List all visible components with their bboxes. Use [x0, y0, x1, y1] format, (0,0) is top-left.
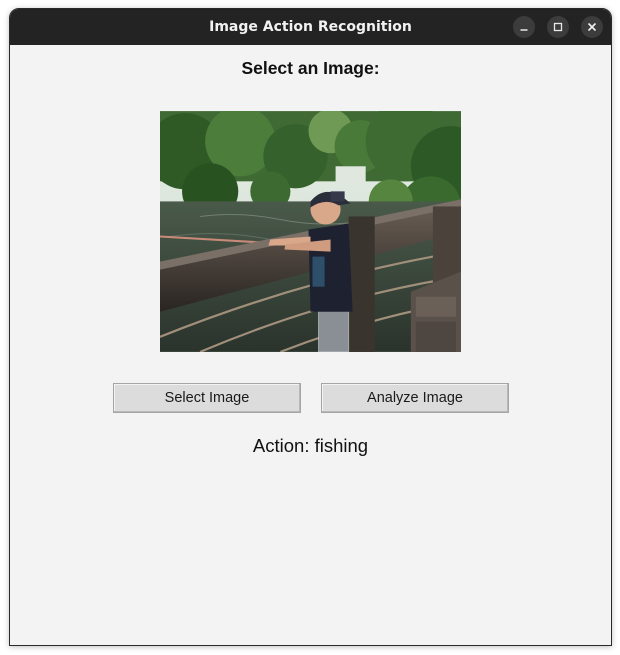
- title-bar[interactable]: Image Action Recognition: [10, 9, 611, 45]
- close-button[interactable]: [581, 16, 603, 38]
- main-content: Select an Image: Select Image Analyze Im…: [10, 45, 611, 645]
- selected-image: [160, 111, 461, 352]
- minimize-icon: [520, 29, 528, 31]
- app-window: Image Action Recognition Select an Image…: [9, 8, 612, 646]
- maximize-button[interactable]: [547, 16, 569, 38]
- page-heading: Select an Image:: [241, 58, 380, 78]
- analyze-image-button[interactable]: Analyze Image: [321, 383, 509, 413]
- close-icon: [587, 22, 597, 32]
- minimize-button[interactable]: [513, 16, 535, 38]
- action-result-label: Action: fishing: [252, 435, 369, 456]
- maximize-icon: [553, 22, 563, 32]
- select-image-button[interactable]: Select Image: [113, 383, 301, 413]
